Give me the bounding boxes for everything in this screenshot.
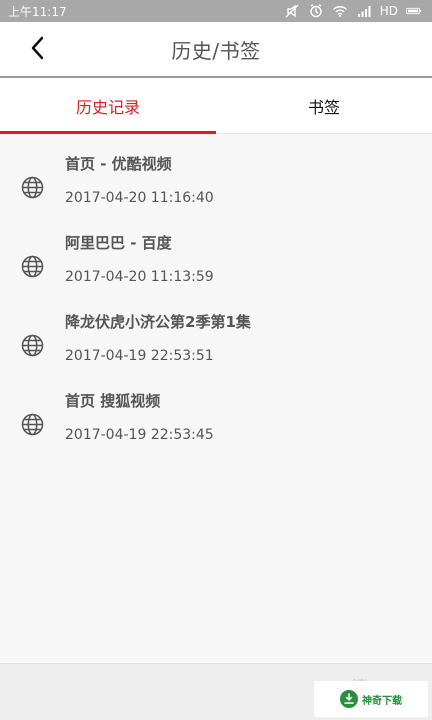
history-item-title: 首页 搜狐视频 [65, 392, 161, 410]
globe-icon [21, 255, 44, 278]
tab-bookmarks[interactable]: 书签 [216, 78, 432, 133]
download-logo-icon [340, 690, 358, 708]
history-item-time: 2017-04-19 22:53:45 [65, 427, 214, 443]
history-item-sohu[interactable]: 首页 搜狐视频 2017-04-19 22:53:45 [0, 389, 432, 468]
status-indicators: HD [284, 3, 422, 19]
battery-icon [406, 3, 422, 19]
history-list: 首页 - 优酷视频 2017-04-20 11:16:40 阿里巴巴 - 百度 … [0, 134, 432, 468]
history-item-title: 阿里巴巴 - 百度 [65, 234, 172, 252]
download-watermark: 神奇下载 [314, 681, 428, 717]
page-title: 历史/书签 [171, 38, 261, 63]
history-item-time: 2017-04-20 11:13:59 [65, 269, 214, 285]
status-time: 上午11:17 [8, 4, 67, 19]
signal-icon [356, 3, 372, 19]
globe-icon [21, 334, 44, 357]
history-item-alibaba[interactable]: 阿里巴巴 - 百度 2017-04-20 11:13:59 [0, 231, 432, 310]
history-bookmarks-screen: 上午11:17 HD 历史/书签 历史记录 书签 首页 - 优酷视频 2017-… [0, 0, 432, 720]
chevron-left-icon [31, 36, 44, 60]
history-item-youku[interactable]: 首页 - 优酷视频 2017-04-20 11:16:40 [0, 152, 432, 231]
history-item-title: 首页 - 优酷视频 [65, 155, 172, 173]
app-header: 历史/书签 [0, 22, 432, 78]
history-bookmark-tabs: 历史记录 书签 [0, 78, 432, 134]
mute-icon [284, 3, 300, 19]
globe-icon [21, 413, 44, 436]
wifi-icon [332, 3, 348, 19]
globe-icon [21, 176, 44, 199]
history-item-title: 降龙伏虎小济公第2季第1集 [65, 313, 251, 331]
history-item-xianglong[interactable]: 降龙伏虎小济公第2季第1集 2017-04-19 22:53:51 [0, 310, 432, 389]
status-bar: 上午11:17 HD [0, 0, 432, 22]
tab-history[interactable]: 历史记录 [0, 78, 216, 134]
footer-bar: 清 神奇下载 [0, 663, 432, 720]
network-label: HD [379, 4, 398, 18]
back-button[interactable] [24, 34, 52, 62]
watermark-text: 神奇下载 [362, 695, 402, 707]
alarm-icon [308, 3, 324, 19]
history-item-time: 2017-04-19 22:53:51 [65, 348, 214, 364]
history-item-time: 2017-04-20 11:16:40 [65, 190, 214, 206]
